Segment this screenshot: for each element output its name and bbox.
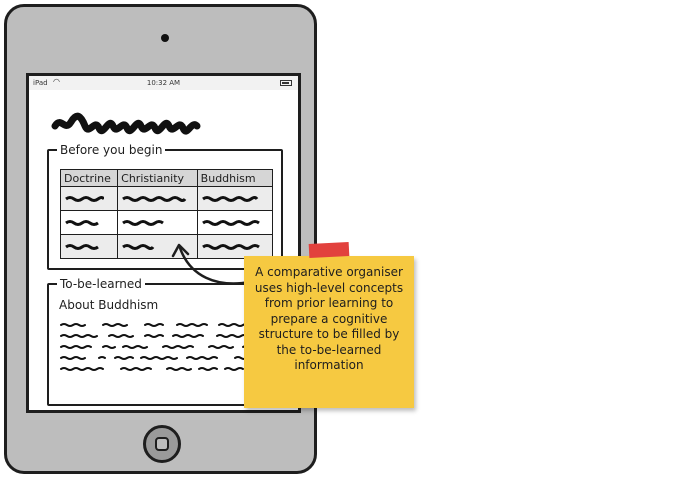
table-row — [59, 210, 274, 235]
tape-strip — [308, 241, 350, 259]
table-header-row: Doctrine Christianity Buddhism — [59, 169, 274, 187]
section-legend: To-be-learned — [57, 276, 145, 292]
status-bar: iPad ◠ 10:32 AM — [29, 76, 298, 90]
column-header: Christianity — [117, 169, 198, 187]
table-cell — [196, 210, 274, 235]
battery-icon — [280, 80, 292, 86]
column-header: Buddhism — [196, 169, 274, 187]
home-square-icon — [155, 437, 169, 451]
section-heading: About Buddhism — [59, 298, 159, 312]
page-title-scribble — [51, 112, 201, 135]
table-cell — [117, 186, 198, 211]
table-cell — [59, 234, 119, 259]
home-button-icon[interactable] — [143, 425, 181, 463]
clock: 10:32 AM — [146, 79, 181, 87]
camera-icon — [161, 34, 169, 42]
table-cell — [59, 186, 119, 211]
note-text: A comparative organiser uses high-level … — [254, 265, 404, 372]
column-header: Doctrine — [59, 169, 119, 187]
scribbled-text-lines — [60, 323, 268, 371]
table-cell — [59, 210, 119, 235]
table-cell — [117, 210, 198, 235]
sticky-note: A comparative organiser uses high-level … — [244, 256, 414, 408]
section-legend: Before you begin — [57, 142, 166, 158]
table-row — [59, 186, 274, 211]
table-cell — [196, 186, 274, 211]
